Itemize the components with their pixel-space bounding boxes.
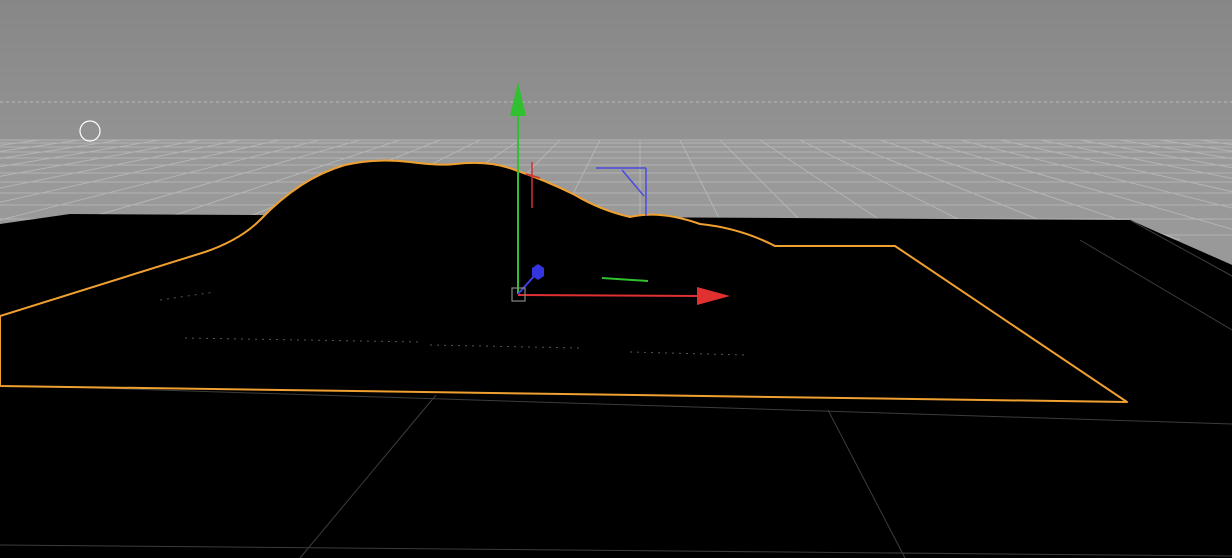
3d-viewport[interactable] (0, 0, 1232, 558)
gizmo-x-axis[interactable] (517, 294, 701, 297)
scene-canvas[interactable] (0, 0, 1232, 558)
